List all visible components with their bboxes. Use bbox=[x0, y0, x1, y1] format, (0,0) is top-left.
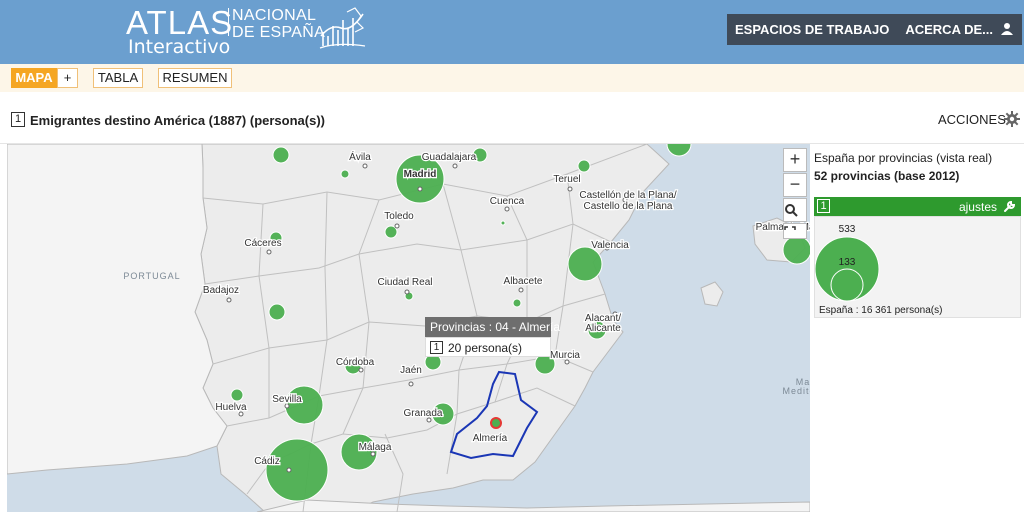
nav-acerca-de[interactable]: ACERCA DE... bbox=[897, 22, 1001, 37]
symbol-cadiz[interactable] bbox=[265, 438, 329, 502]
portugal-landmass bbox=[7, 144, 228, 475]
logo-nacional-text: NACIONAL bbox=[232, 7, 317, 24]
label-albacete: Albacete bbox=[504, 276, 543, 287]
nav-espacios-de-trabajo[interactable]: ESPACIOS DE TRABAJO bbox=[727, 22, 897, 37]
label-guadalajara: Guadalajara bbox=[422, 152, 477, 163]
map-tooltip: Provincias : 04 - Almería 1 20 persona(s… bbox=[425, 317, 560, 357]
geography-description: España por provincias (vista real) bbox=[814, 151, 993, 165]
wrench-icon[interactable] bbox=[1003, 200, 1016, 213]
label-malaga: Málaga bbox=[359, 442, 392, 453]
symbol-sevilla[interactable] bbox=[284, 385, 324, 425]
acciones-button[interactable]: ACCIONES bbox=[938, 112, 1006, 127]
map-canvas[interactable]: Ávila Guadalajara Madrid Teruel Cuenca C… bbox=[7, 144, 810, 512]
map-view[interactable]: Ávila Guadalajara Madrid Teruel Cuenca C… bbox=[7, 144, 810, 512]
label-castellon-1: Castellón de la Plana/ bbox=[579, 190, 677, 201]
user-icon[interactable] bbox=[1000, 22, 1014, 36]
logo-chart-icon bbox=[319, 7, 366, 49]
tooltip-body: 1 20 persona(s) bbox=[425, 337, 551, 357]
logo-atlas-text: ATLAS bbox=[126, 4, 234, 41]
label-madrid: Madrid bbox=[404, 169, 437, 180]
legend-panel: España por provincias (vista real) 52 pr… bbox=[810, 144, 1024, 512]
fullscreen-button[interactable] bbox=[783, 223, 807, 239]
tooltip-value: 20 persona(s) bbox=[448, 341, 523, 355]
symbol-castellon[interactable] bbox=[666, 144, 692, 157]
legend-min-value: 133 bbox=[839, 257, 856, 268]
legend-circles: 533 133 bbox=[815, 224, 880, 302]
search-button[interactable] bbox=[783, 198, 807, 222]
label-cuenca: Cuenca bbox=[490, 196, 525, 207]
add-map-button[interactable]: + bbox=[57, 68, 78, 88]
symbol-palma[interactable] bbox=[782, 235, 810, 265]
search-icon bbox=[785, 204, 798, 217]
legend-layer-number: 1 bbox=[817, 199, 830, 213]
label-jaen: Jaén bbox=[400, 365, 422, 376]
gear-icon[interactable] bbox=[1004, 111, 1020, 127]
symbol-albacete[interactable] bbox=[512, 298, 522, 308]
label-toledo: Toledo bbox=[384, 211, 414, 222]
label-portugal: PORTUGAL bbox=[123, 271, 180, 281]
symbol-segovia[interactable] bbox=[340, 169, 350, 179]
logo-espana-text: DE ESPAÑA bbox=[232, 24, 326, 41]
label-alicante: Alicante bbox=[585, 323, 621, 334]
layer-title: Emigrantes destino América (1887) (perso… bbox=[30, 113, 325, 128]
label-cadiz: Cádiz bbox=[254, 456, 280, 467]
label-castellon-2: Castello de la Plana bbox=[584, 201, 673, 212]
layer-number: 1 bbox=[11, 112, 25, 127]
zoom-out-button[interactable]: − bbox=[783, 173, 807, 197]
symbol-almeria[interactable] bbox=[490, 417, 502, 429]
symbol-cuenca[interactable] bbox=[500, 220, 506, 226]
tab-tabla[interactable]: TABLA bbox=[93, 68, 143, 88]
label-ciudad-real: Ciudad Real bbox=[377, 277, 432, 288]
symbol-valencia[interactable] bbox=[567, 246, 603, 282]
symbol-avila[interactable] bbox=[272, 146, 290, 164]
tab-mapa[interactable]: MAPA bbox=[11, 68, 57, 88]
layer-title-bar: 1 Emigrantes destino América (1887) (per… bbox=[0, 92, 1024, 144]
label-valencia: Valencia bbox=[591, 240, 629, 251]
tooltip-title: Provincias : 04 - Almería bbox=[425, 317, 560, 337]
atlas-logo[interactable]: ATLAS Interactivo NACIONAL DE ESPAÑA bbox=[126, 4, 376, 60]
symbol-teruel[interactable] bbox=[577, 159, 591, 173]
label-avila: Ávila bbox=[349, 150, 371, 163]
tab-resumen[interactable]: RESUMEN bbox=[158, 68, 232, 88]
label-almeria: Almería bbox=[473, 433, 508, 444]
legend-header: 1 ajustes bbox=[814, 197, 1021, 216]
label-cordoba: Córdoba bbox=[336, 357, 375, 368]
legend-symbols: 533 133 España : 16 361 persona(s) bbox=[814, 216, 1021, 318]
label-sevilla: Sevilla bbox=[272, 394, 302, 405]
zoom-in-button[interactable]: + bbox=[783, 148, 807, 172]
top-navigation: ESPACIOS DE TRABAJO ACERCA DE... bbox=[727, 14, 1022, 45]
symbol-huelva[interactable] bbox=[230, 388, 244, 402]
ibiza-island bbox=[700, 281, 724, 307]
legend-circle-min bbox=[830, 268, 864, 302]
geography-count: 52 provincias (base 2012) bbox=[814, 169, 960, 183]
label-badajoz: Badajoz bbox=[203, 285, 239, 296]
legend-max-value: 533 bbox=[839, 224, 856, 235]
logo-interactivo-text: Interactivo bbox=[128, 36, 231, 58]
label-murcia: Murcia bbox=[550, 350, 580, 361]
label-caceres: Cáceres bbox=[244, 238, 281, 249]
label-teruel: Teruel bbox=[553, 174, 580, 185]
fullscreen-icon bbox=[784, 226, 796, 230]
logo-divider bbox=[228, 8, 229, 36]
label-granada: Granada bbox=[404, 408, 443, 419]
app-header: ATLAS Interactivo NACIONAL DE ESPAÑA ESP… bbox=[0, 0, 1024, 64]
legend-total: España : 16 361 persona(s) bbox=[819, 305, 943, 316]
label-huelva: Huelva bbox=[215, 402, 247, 413]
ajustes-button[interactable]: ajustes bbox=[959, 200, 997, 214]
view-tabs: MAPA + TABLA RESUMEN bbox=[0, 64, 1024, 92]
symbol-toledo[interactable] bbox=[384, 225, 398, 239]
africa-landmass bbox=[256, 499, 810, 512]
label-mediterraneo: Mediterr bbox=[782, 386, 810, 396]
symbol-badajoz[interactable] bbox=[268, 303, 286, 321]
tooltip-layer-number: 1 bbox=[430, 341, 443, 354]
